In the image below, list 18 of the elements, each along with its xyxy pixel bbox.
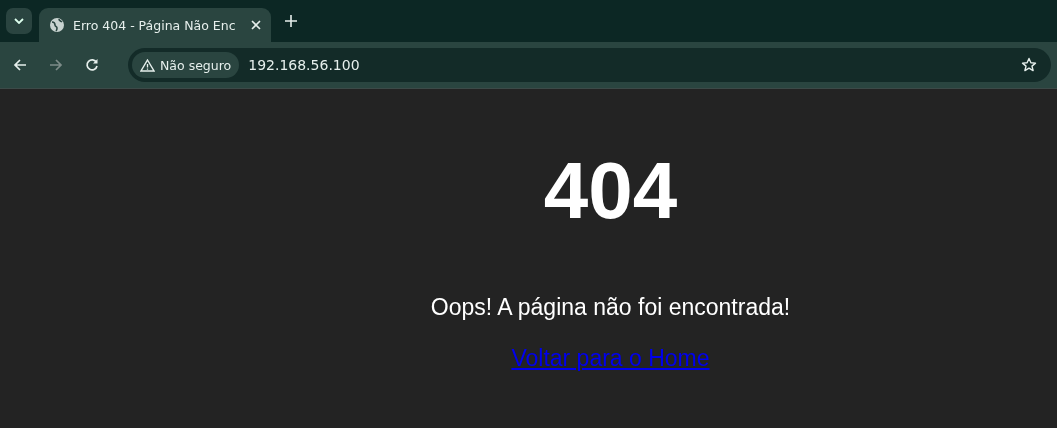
url-text: 192.168.56.100 [248,57,361,73]
forward-arrow-icon [49,58,63,72]
new-tab-icon[interactable] [285,15,297,27]
tab-list-button[interactable] [6,8,32,34]
address-bar[interactable]: Não seguro 192.168.56.100 [128,48,1051,82]
star-icon[interactable] [1021,57,1037,73]
error-message: Oops! A página não foi encontrada! [430,293,791,321]
close-icon[interactable] [251,20,261,30]
security-label: Não seguro [160,57,232,73]
reload-icon [85,58,99,72]
tab-title: Erro 404 - Página Não Enc [73,17,237,33]
warning-icon [140,58,155,72]
error-code: 404 [543,145,678,237]
back-arrow-icon [13,58,27,72]
globe-icon [49,17,65,33]
security-chip[interactable]: Não seguro [132,52,240,78]
browser-tab[interactable]: Erro 404 - Página Não Enc [39,8,271,42]
caret-icon [14,18,24,24]
